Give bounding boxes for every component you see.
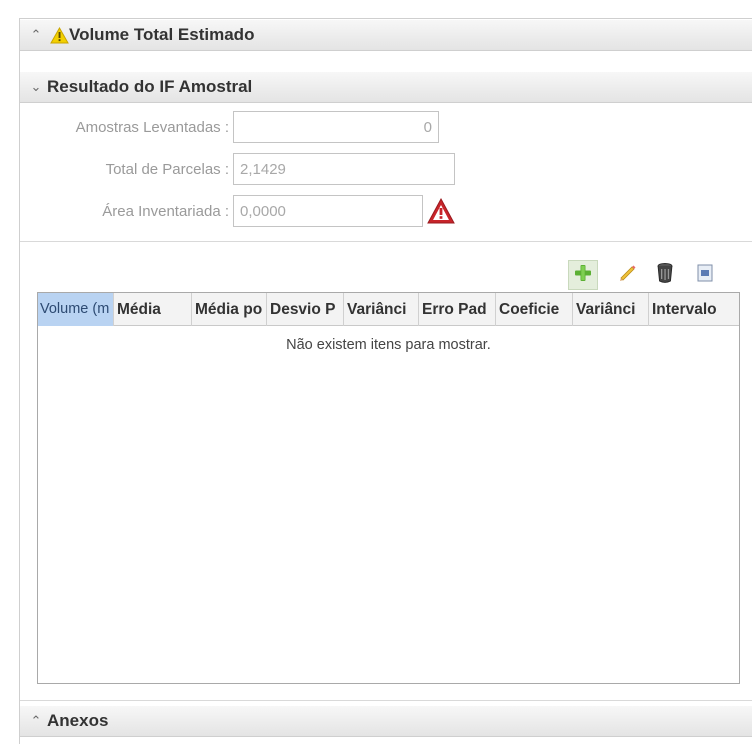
col-header-variancia-1[interactable]: Variânci: [344, 293, 419, 326]
panel-title-resultado: Resultado do IF Amostral: [47, 77, 253, 96]
col-header-intervalo[interactable]: Intervalo: [649, 293, 739, 326]
data-grid: Volume (m Média Média po Desvio P Variân…: [37, 292, 740, 684]
panel-title-anexos: Anexos: [47, 711, 109, 730]
delete-button[interactable]: [650, 260, 680, 290]
parcelas-label: Total de Parcelas :: [105, 160, 229, 178]
edit-button[interactable]: [612, 260, 642, 290]
amostras-label: Amostras Levantadas :: [75, 118, 229, 136]
panel-title-volume: Volume Total Estimado: [69, 25, 255, 44]
form-frame: ⌃ Volume Total Estimado ⌄ Resultado do I…: [19, 18, 752, 744]
grid-panel: Volume (m Média Média po Desvio P Variân…: [20, 241, 752, 701]
panel-header-volume[interactable]: ⌃ Volume Total Estimado: [20, 19, 752, 51]
area-input[interactable]: [233, 195, 423, 227]
empty-message: Não existem itens para mostrar.: [286, 337, 491, 353]
col-header-variancia-2[interactable]: Variânci: [573, 293, 649, 326]
col-header-media[interactable]: Média: [114, 293, 192, 326]
chevron-up-icon[interactable]: ⌃: [25, 713, 47, 729]
export-icon: [697, 264, 713, 287]
edit-icon: [617, 263, 637, 288]
col-header-desvio[interactable]: Desvio P: [267, 293, 344, 326]
form-row-parcelas: Total de Parcelas :: [20, 153, 455, 185]
export-button[interactable]: [690, 260, 720, 290]
col-header-erro-padrao[interactable]: Erro Pad: [419, 293, 496, 326]
add-button[interactable]: [568, 260, 598, 290]
panel-header-resultado[interactable]: ⌄ Resultado do IF Amostral: [20, 71, 752, 103]
add-icon: [574, 264, 592, 287]
grid-header: Volume (m Média Média po Desvio P Variân…: [38, 293, 739, 326]
col-header-media-por[interactable]: Média po: [192, 293, 267, 326]
parcelas-input[interactable]: [233, 153, 455, 185]
col-header-volume[interactable]: Volume (m: [38, 293, 114, 326]
form-row-area: Área Inventariada :: [20, 195, 455, 227]
area-label: Área Inventariada :: [102, 202, 229, 220]
warning-icon: [50, 26, 69, 44]
chevron-up-icon[interactable]: ⌃: [25, 27, 47, 43]
col-header-coeficiente[interactable]: Coeficie: [496, 293, 573, 326]
form-row-amostras: Amostras Levantadas :: [20, 111, 439, 143]
delete-icon: [656, 262, 674, 289]
panel-header-anexos[interactable]: ⌃ Anexos: [20, 705, 752, 737]
amostras-input[interactable]: [233, 111, 439, 143]
alert-icon: [427, 197, 455, 225]
chevron-down-icon[interactable]: ⌄: [25, 79, 47, 95]
